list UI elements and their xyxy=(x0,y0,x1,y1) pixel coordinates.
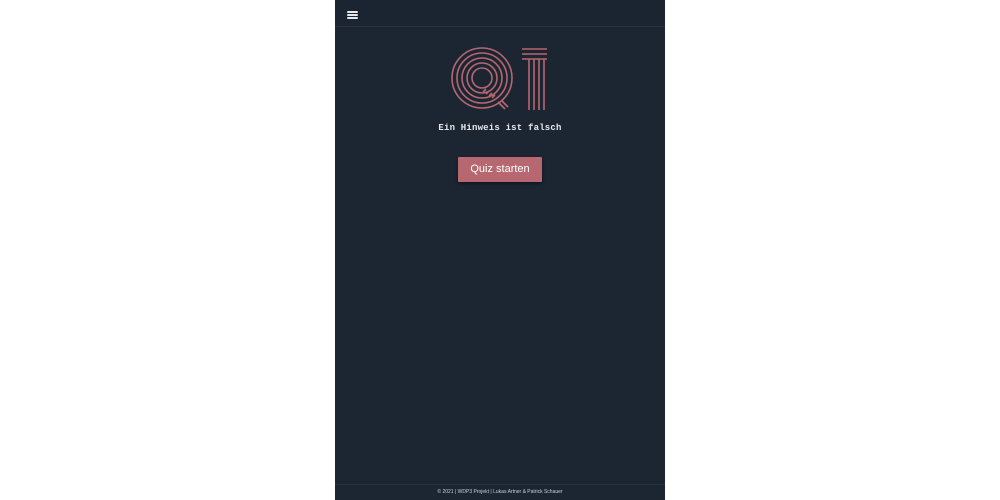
hamburger-menu-icon[interactable] xyxy=(347,11,359,21)
footer: © 2021 | WDP3 Projekt | Lukas Artner & P… xyxy=(335,484,665,500)
start-quiz-button[interactable]: Quiz starten xyxy=(458,157,542,182)
q1-logo-icon xyxy=(451,47,547,110)
tagline: Ein Hinweis ist falsch xyxy=(438,123,562,133)
top-navbar xyxy=(335,0,665,27)
app-container: Ein Hinweis ist falsch Quiz starten © 20… xyxy=(335,0,665,500)
